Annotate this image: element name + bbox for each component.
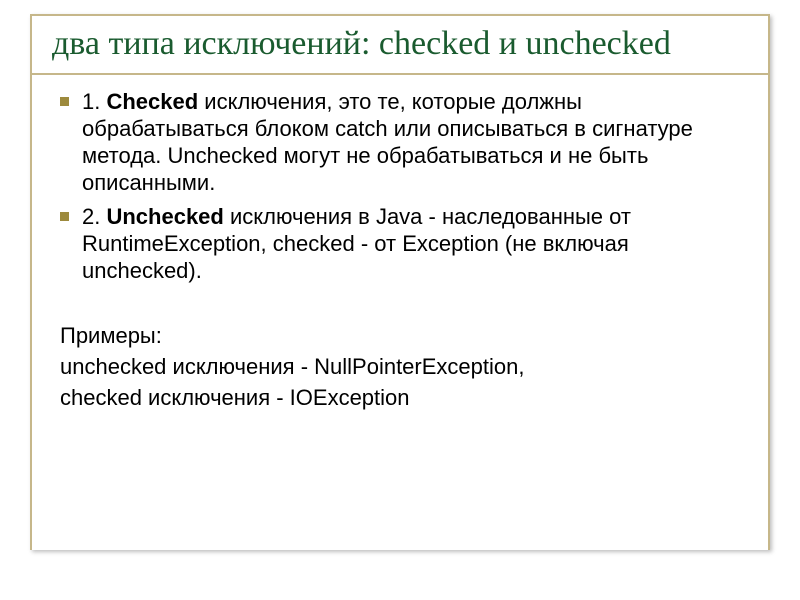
slide-frame: два типа исключений: checked и unchecked…	[30, 14, 770, 550]
bullet-bold: Unchecked	[106, 204, 223, 229]
title-divider	[32, 73, 768, 75]
slide-title: два типа исключений: checked и unchecked	[32, 16, 768, 67]
bullet-prefix: 1.	[82, 89, 106, 114]
examples-heading: Примеры:	[60, 323, 744, 350]
slide: два типа исключений: checked и unchecked…	[0, 0, 800, 600]
slide-content: 1. Checked исключения, это те, которые д…	[32, 89, 768, 411]
example-line: unchecked исключения - NullPointerExcept…	[60, 354, 744, 381]
list-item: 2. Unchecked исключения в Java - наследо…	[56, 204, 744, 284]
bullet-prefix: 2.	[82, 204, 106, 229]
list-item: 1. Checked исключения, это те, которые д…	[56, 89, 744, 196]
plain-block: Примеры: unchecked исключения - NullPoin…	[56, 323, 744, 411]
spacer	[56, 293, 744, 319]
bullet-bold: Checked	[106, 89, 198, 114]
example-line: checked исключения - IOException	[60, 385, 744, 412]
bullet-list: 1. Checked исключения, это те, которые д…	[56, 89, 744, 285]
